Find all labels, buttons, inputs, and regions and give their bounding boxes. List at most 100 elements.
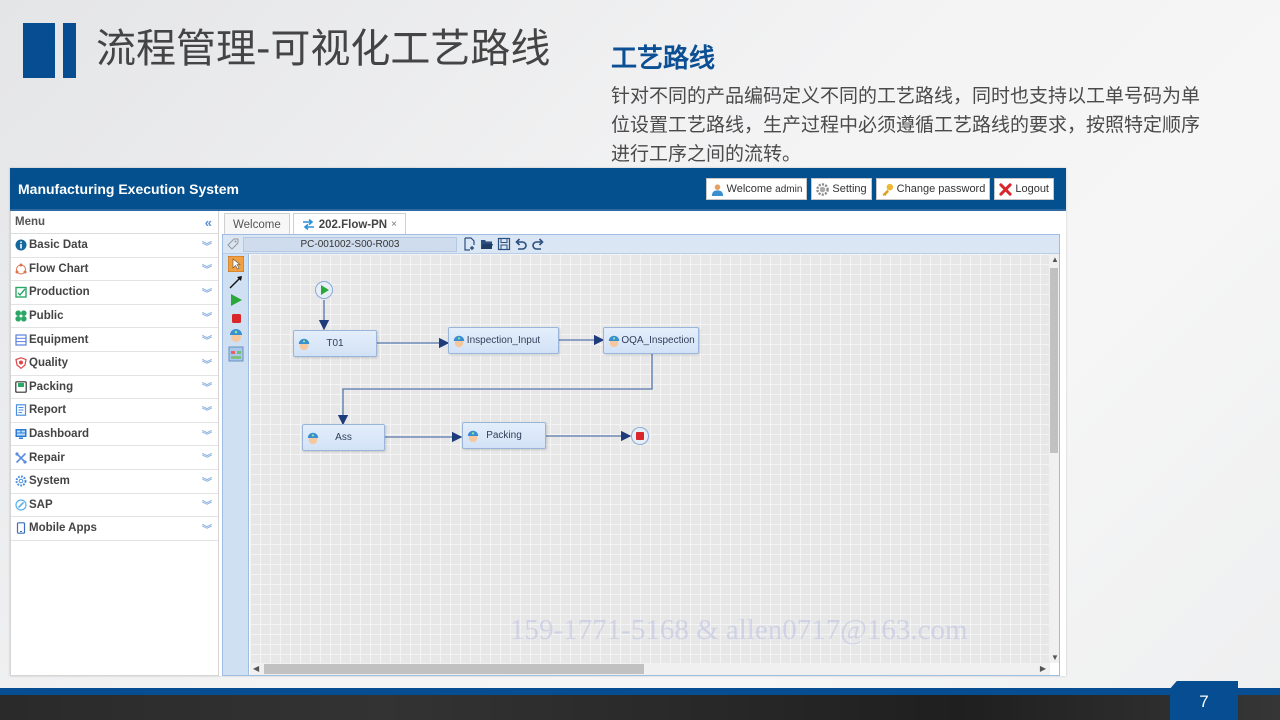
- scroll-left-icon[interactable]: ◀: [253, 664, 259, 673]
- menu-header: Menu «: [11, 211, 218, 234]
- change-password-label: Change password: [896, 183, 986, 195]
- sidebar-item-system[interactable]: System ︾: [11, 470, 218, 494]
- undo-icon[interactable]: [514, 237, 528, 251]
- sidebar-item-mobile-apps[interactable]: Mobile Apps ︾: [11, 517, 218, 541]
- sidebar-item-public[interactable]: Public ︾: [11, 305, 218, 329]
- stop-icon: [636, 432, 644, 440]
- expand-chevron-icon: ︾: [202, 265, 212, 277]
- sidebar-item-label: Production: [29, 286, 90, 299]
- expand-chevron-icon: ︾: [202, 454, 212, 466]
- watermark-text: 159-1771-5168 & allen0717@163.com: [510, 614, 968, 646]
- public-icon: [15, 310, 27, 322]
- start-node[interactable]: [315, 281, 333, 299]
- close-tab-icon[interactable]: ×: [391, 219, 397, 230]
- open-folder-icon[interactable]: [480, 237, 494, 251]
- sidebar-item-label: Mobile Apps: [29, 522, 97, 535]
- sidebar-item-label: Equipment: [29, 333, 89, 346]
- node-label: OQA_Inspection: [621, 335, 695, 346]
- new-file-icon[interactable]: [463, 237, 477, 251]
- expand-chevron-icon: ︾: [202, 359, 212, 371]
- sidebar-item-packing[interactable]: Packing ︾: [11, 376, 218, 400]
- play-icon: [321, 285, 329, 295]
- setting-button[interactable]: Setting: [811, 178, 872, 200]
- menu-title: Menu: [15, 216, 46, 228]
- tab-label: 202.Flow-PN: [318, 218, 388, 231]
- repair-tools-icon: [15, 452, 27, 464]
- mobile-icon: [16, 522, 26, 535]
- sidebar-menu: Menu « Basic Data ︾ Flow Chart ︾ Product…: [10, 211, 219, 676]
- start-node-icon[interactable]: [228, 292, 244, 308]
- connector-arrow-icon[interactable]: [228, 274, 244, 290]
- collapse-sidebar-icon[interactable]: «: [205, 215, 212, 230]
- header-buttons: Welcome admin Setting Change password Lo…: [705, 178, 1054, 200]
- expand-chevron-icon: ︾: [202, 383, 212, 395]
- expand-chevron-icon: ︾: [202, 477, 212, 489]
- select-pointer-icon[interactable]: [228, 256, 244, 272]
- end-node[interactable]: [631, 427, 649, 445]
- scroll-down-icon[interactable]: ▼: [1051, 653, 1059, 662]
- change-password-button[interactable]: Change password: [875, 178, 991, 200]
- sidebar-item-basic-data[interactable]: Basic Data ︾: [11, 234, 218, 258]
- equipment-icon: [15, 334, 27, 346]
- logout-x-icon: [999, 182, 1012, 196]
- sap-icon: [15, 499, 27, 511]
- end-node-icon[interactable]: [228, 310, 244, 326]
- welcome-user-button[interactable]: Welcome admin: [705, 178, 808, 200]
- tab-bar: Welcome 202.Flow-PN ×: [224, 213, 406, 235]
- gear-icon: [816, 182, 830, 196]
- swap-arrows-icon: [302, 219, 314, 230]
- logout-button[interactable]: Logout: [994, 178, 1054, 200]
- sidebar-item-report[interactable]: Report ︾: [11, 399, 218, 423]
- report-icon: [15, 404, 27, 417]
- flow-canvas[interactable]: T01 Inspection_Input OQA_Inspection Ass …: [250, 254, 1050, 663]
- task-node-ass[interactable]: Ass: [302, 424, 385, 451]
- scroll-up-icon[interactable]: ▲: [1051, 255, 1059, 264]
- tab-flow-pn[interactable]: 202.Flow-PN ×: [292, 213, 406, 235]
- title-accent-bar: [23, 23, 55, 78]
- sidebar-item-dashboard[interactable]: Dashboard ︾: [11, 423, 218, 447]
- node-palette: [223, 254, 249, 675]
- sidebar-item-production[interactable]: Production ︾: [11, 281, 218, 305]
- save-icon[interactable]: [497, 237, 511, 251]
- task-node-oqa-inspection[interactable]: OQA_Inspection: [603, 327, 699, 354]
- sidebar-item-label: Report: [29, 404, 67, 417]
- horizontal-scroll-thumb[interactable]: [264, 664, 644, 674]
- sidebar-item-label: Packing: [29, 380, 74, 393]
- system-gear-icon: [15, 475, 27, 487]
- sidebar-item-quality[interactable]: Quality ︾: [11, 352, 218, 376]
- task-node-t01[interactable]: T01: [293, 330, 377, 357]
- production-icon: [15, 287, 27, 299]
- sidebar-item-label: SAP: [29, 498, 53, 511]
- redo-icon[interactable]: [531, 237, 545, 251]
- dashboard-icon: [15, 429, 27, 440]
- expand-chevron-icon: ︾: [202, 430, 212, 442]
- welcome-label: Welcome: [726, 183, 773, 195]
- app-title: Manufacturing Execution System: [18, 181, 239, 197]
- vertical-scroll-thumb[interactable]: [1050, 268, 1058, 453]
- footer-dark-band: [0, 695, 1280, 720]
- sidebar-item-equipment[interactable]: Equipment ︾: [11, 328, 218, 352]
- tab-welcome[interactable]: Welcome: [224, 213, 290, 235]
- worker-icon: [453, 335, 465, 348]
- user-icon: [711, 183, 723, 196]
- sidebar-item-repair[interactable]: Repair ︾: [11, 446, 218, 470]
- node-label: T01: [326, 338, 344, 349]
- task-worker-icon[interactable]: [228, 327, 244, 343]
- vertical-scrollbar[interactable]: ▲ ▼: [1049, 254, 1059, 663]
- form-icon[interactable]: [228, 346, 244, 362]
- task-node-inspection-input[interactable]: Inspection_Input: [448, 327, 559, 354]
- route-code-label: PC-001002-S00-R003: [243, 237, 457, 252]
- sidebar-item-sap[interactable]: SAP ︾: [11, 494, 218, 518]
- task-node-packing[interactable]: Packing: [462, 422, 546, 449]
- horizontal-scrollbar[interactable]: ◀ ▶: [250, 663, 1050, 675]
- node-label: Inspection_Input: [466, 335, 541, 346]
- logout-label: Logout: [1015, 183, 1049, 195]
- key-icon: [882, 183, 893, 196]
- sidebar-item-flow-chart[interactable]: Flow Chart ︾: [11, 258, 218, 282]
- side-description: 针对不同的产品编码定义不同的工艺路线，同时也支持以工单号码为单位设置工艺路线，生…: [611, 85, 1201, 165]
- worker-icon: [298, 338, 310, 351]
- page-number: 7: [1199, 692, 1209, 711]
- node-label: Packing: [486, 430, 522, 441]
- footer-blue-band: [0, 688, 1280, 695]
- scroll-right-icon[interactable]: ▶: [1040, 664, 1046, 673]
